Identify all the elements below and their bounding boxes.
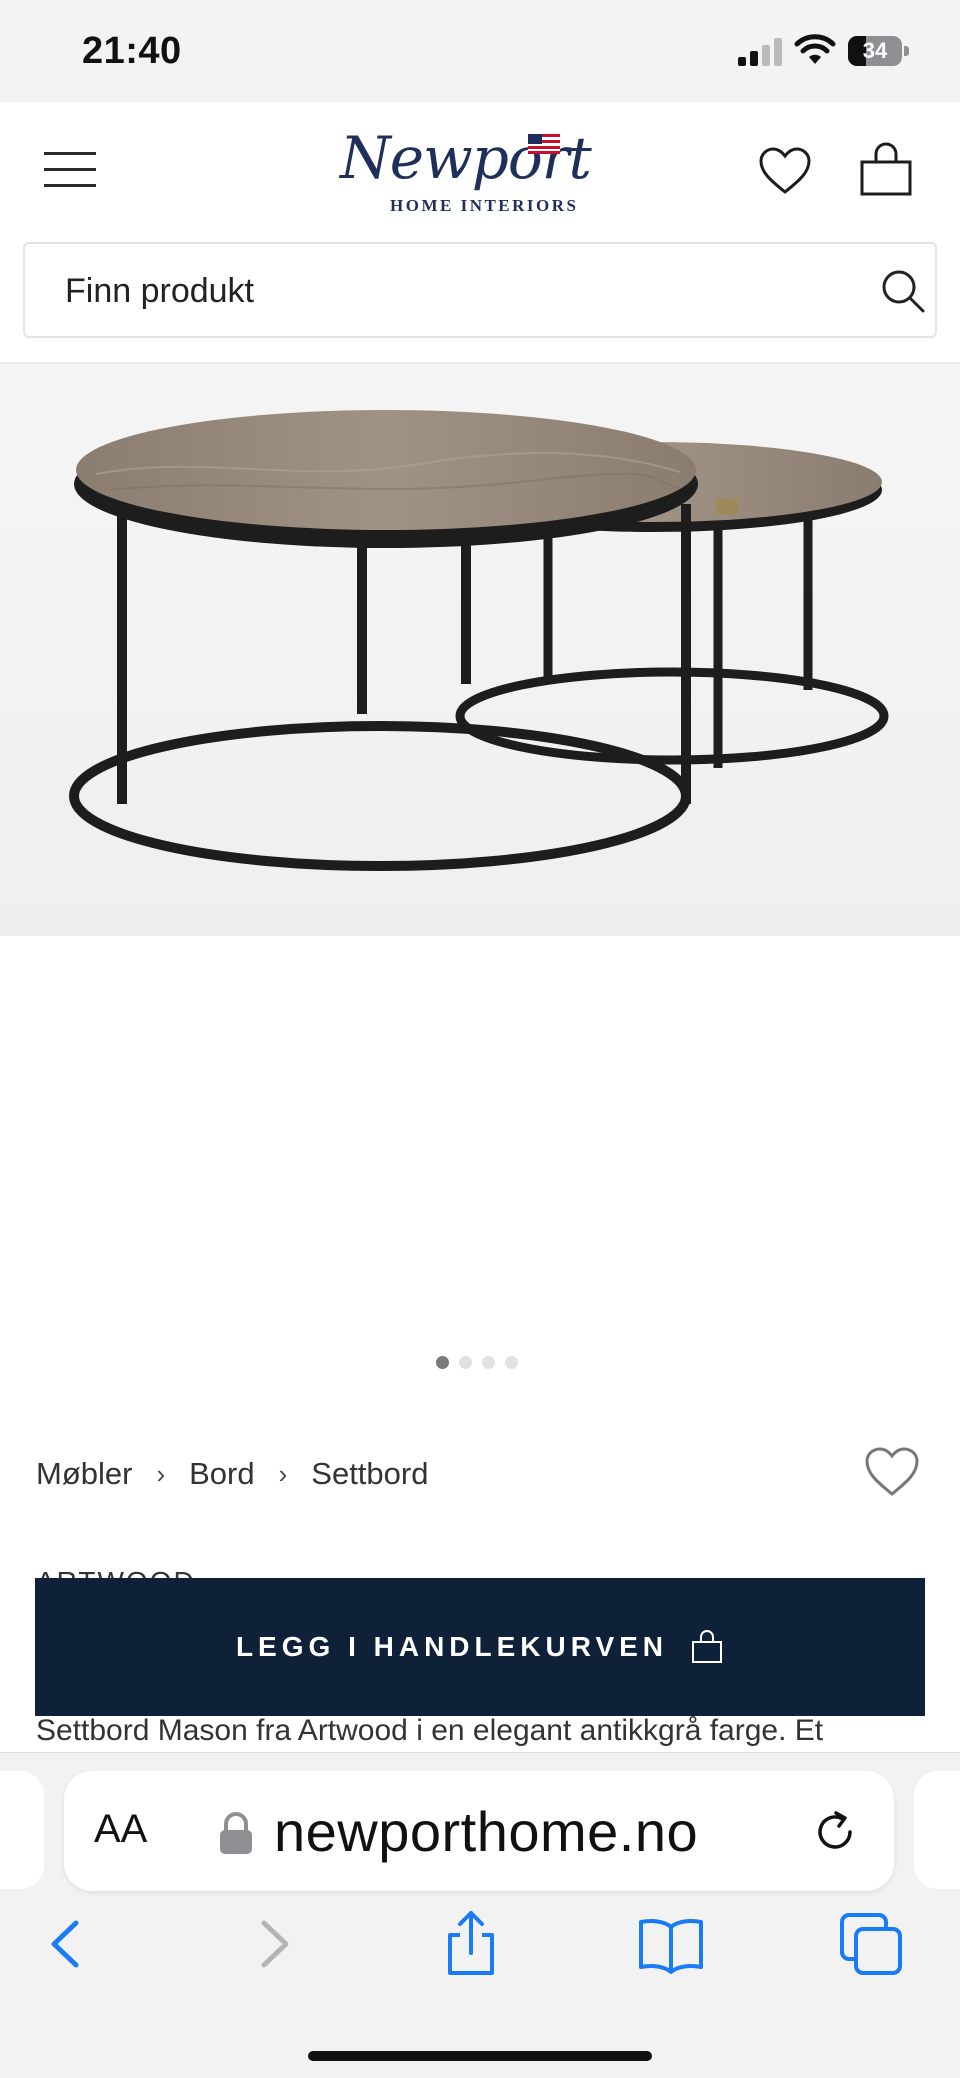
carousel-dots[interactable] (436, 1356, 526, 1372)
product-description: Settbord Mason fra Artwood i en elegant … (36, 1714, 824, 1747)
previous-tab-peek[interactable] (0, 1771, 44, 1889)
reader-options-button[interactable]: AA (94, 1807, 147, 1852)
status-time: 21:40 (82, 30, 182, 72)
wishlist-heart-icon[interactable] (758, 146, 812, 196)
add-to-cart-label: LEGG I HANDLEKURVEN (235, 1631, 669, 1662)
bookmarks-icon[interactable] (636, 1909, 706, 1979)
breadcrumb-item-mobler[interactable]: Møbler (36, 1456, 132, 1492)
breadcrumb-separator: › (278, 1458, 288, 1489)
breadcrumb: Møbler › Bord › Settbord (36, 1452, 428, 1496)
carousel-dot[interactable] (436, 1356, 449, 1369)
back-icon[interactable] (32, 1909, 102, 1979)
carousel-dot[interactable] (505, 1356, 518, 1369)
breadcrumb-separator: › (156, 1458, 166, 1489)
us-flag-icon (528, 134, 560, 154)
url-text[interactable]: newporthome.no (274, 1799, 698, 1864)
battery-indicator: 34 (848, 36, 910, 66)
search-placeholder: Finn produkt (65, 272, 254, 310)
carousel-dot[interactable] (459, 1356, 472, 1369)
shopping-bag-icon[interactable] (858, 142, 914, 198)
address-bar[interactable]: AA newporthome.no (64, 1771, 894, 1891)
home-indicator (308, 2051, 652, 2061)
next-tab-peek[interactable] (914, 1771, 960, 1889)
logo-tagline: HOME INTERIORS (390, 196, 579, 215)
share-icon[interactable] (436, 1909, 506, 1979)
newport-logo[interactable]: Newport HOME INTERIORS (330, 122, 630, 222)
search-input[interactable]: Finn produkt (23, 242, 937, 338)
site-header: Newport HOME INTERIORS (0, 102, 960, 240)
add-to-wishlist-heart-icon[interactable] (864, 1446, 920, 1498)
forward-icon[interactable] (238, 1909, 308, 1979)
tabs-icon[interactable] (836, 1909, 906, 1979)
browser-nav-row (0, 1909, 960, 1989)
breadcrumb-item-bord[interactable]: Bord (189, 1456, 254, 1492)
battery-percentage: 34 (862, 38, 888, 63)
breadcrumb-item-settbord[interactable]: Settbord (311, 1456, 428, 1492)
product-image[interactable] (0, 364, 960, 936)
cellular-signal-icon (738, 38, 782, 66)
nesting-tables-image (0, 364, 960, 936)
lock-icon (220, 1812, 252, 1854)
search-icon[interactable] (880, 268, 926, 314)
shopping-bag-icon (692, 1630, 723, 1663)
carousel-dot[interactable] (482, 1356, 495, 1369)
status-bar: 21:40 34 (0, 0, 960, 102)
browser-toolbar: AA newporthome.no (0, 1752, 960, 2078)
wifi-icon (794, 34, 836, 64)
reload-icon[interactable] (812, 1809, 858, 1855)
add-to-cart-button[interactable]: LEGG I HANDLEKURVEN (35, 1578, 925, 1716)
menu-icon[interactable] (44, 150, 96, 190)
